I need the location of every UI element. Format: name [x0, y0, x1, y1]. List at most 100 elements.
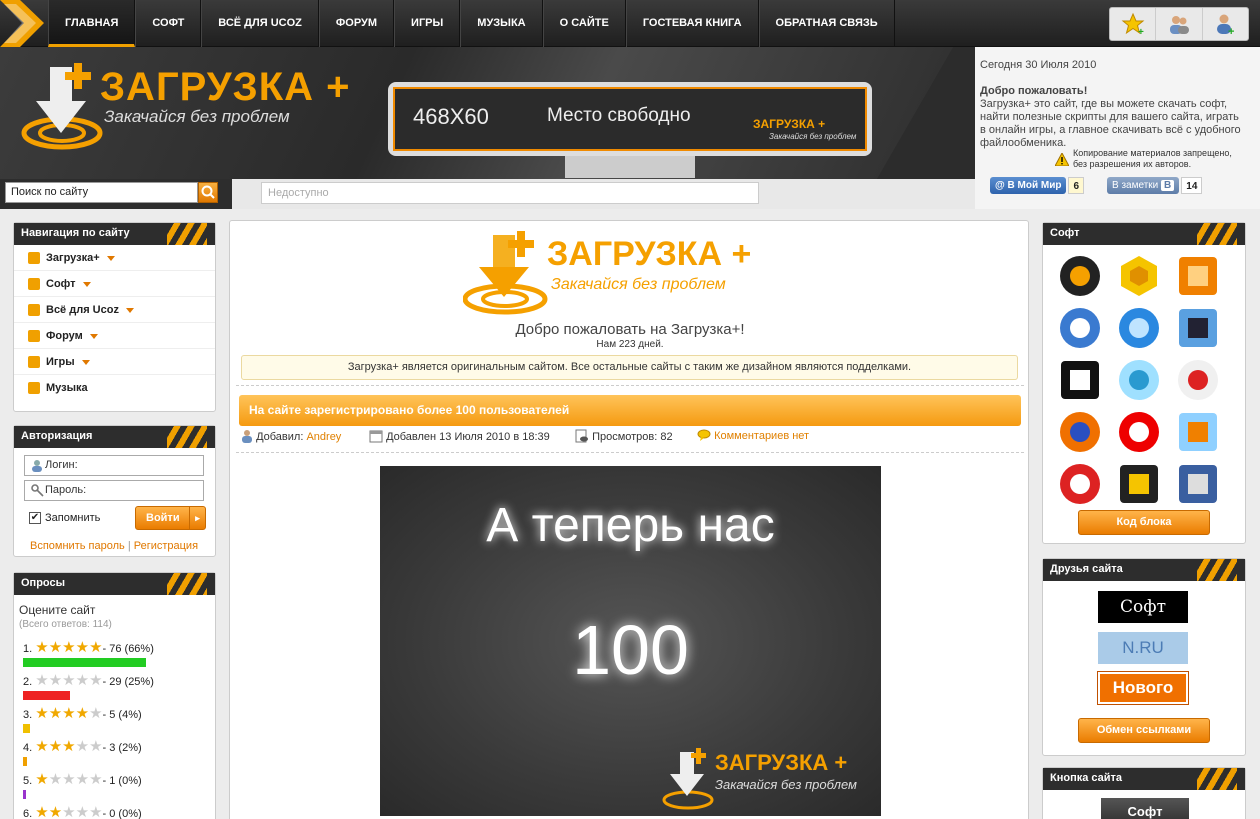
antivirus-icon[interactable] — [1055, 461, 1105, 507]
nav-item-ucoz[interactable]: ВСЁ ДЛЯ UCOZ — [201, 0, 319, 47]
search-button[interactable] — [198, 182, 218, 203]
friend-link-3[interactable]: Нового — [1097, 671, 1189, 705]
friends-title: Друзья сайта — [1043, 559, 1245, 581]
nav-item-about[interactable]: О САЙТЕ — [542, 0, 626, 47]
remember-label: Запомнить — [45, 512, 101, 524]
star-rating-icon: ★★★★★ — [35, 672, 103, 689]
main-nav: ГЛАВНАЯ СОФТ ВСЁ ДЛЯ UCOZ ФОРУМ ИГРЫ МУЗ… — [48, 0, 895, 47]
sidebar-item-ucoz[interactable]: Всё для Ucoz — [14, 297, 215, 323]
link-exchange-button[interactable]: Обмен ссылками — [1078, 718, 1210, 743]
chevron-down-icon — [81, 359, 90, 365]
arrow-right-icon: ▸ — [189, 507, 205, 529]
logo-arrow-icon — [0, 0, 44, 47]
star-rating-icon: ★★★★★ — [35, 804, 103, 819]
moimir-count: 6 — [1068, 177, 1085, 194]
aimp-icon[interactable] — [1055, 253, 1105, 299]
poll-answer-count: - 5 (4%) — [102, 709, 142, 721]
friend-link-1[interactable]: Софт — [1098, 591, 1188, 623]
opera-icon[interactable] — [1114, 409, 1164, 455]
chevron-down-icon — [125, 307, 134, 313]
nav-item-home[interactable]: ГЛАВНАЯ — [48, 0, 136, 47]
soft-block: Софт Код блока — [1042, 222, 1246, 544]
nav-item-music[interactable]: МУЗЫКА — [460, 0, 543, 47]
login-button[interactable]: Войти ▸ — [135, 506, 206, 530]
download-master-icon[interactable] — [1173, 253, 1223, 299]
sidebar-item-soft[interactable]: Софт — [14, 271, 215, 297]
vk-button[interactable]: В заметки B — [1107, 177, 1180, 194]
svg-text:+: + — [1228, 26, 1234, 36]
site-info: Сегодня 30 Июля 2010 Добро пожаловать! З… — [975, 47, 1260, 209]
nav-item-forum[interactable]: ФОРУМ — [318, 0, 395, 47]
friend-link-2[interactable]: N.RU — [1098, 632, 1188, 664]
sidebar-item-games[interactable]: Игры — [14, 349, 215, 375]
media-player-icon[interactable] — [1173, 409, 1223, 455]
ad-banner[interactable]: 468X60 Место свободно ЗАГРУЗКА + Закачай… — [388, 82, 872, 156]
polls-title: Опросы — [14, 573, 215, 595]
comment-icon — [697, 429, 711, 441]
nav-item-guestbook[interactable]: ГОСТЕВАЯ КНИГА — [625, 0, 759, 47]
firefox-icon[interactable] — [1055, 409, 1105, 455]
qip-icon[interactable] — [1114, 357, 1164, 403]
news-title[interactable]: На сайте зарегистрировано более 100 поль… — [239, 395, 1021, 426]
chevron-down-icon — [106, 255, 115, 261]
key-icon — [31, 484, 44, 497]
poll-answer: 6. ★★★★★- 0 (0%) — [23, 803, 213, 819]
star-rating-icon: ★★★★★ — [35, 705, 103, 722]
remember-option[interactable]: ✔ Запомнить — [29, 512, 100, 524]
original-notice: Загрузка+ является оригинальным сайтом. … — [241, 355, 1018, 380]
poll-result-bar — [23, 691, 70, 700]
nav-item-feedback[interactable]: ОБРАТНАЯ СВЯЗЬ — [758, 0, 895, 47]
main-logo: ЗАГРУЗКА + Закачайся без проблем — [463, 231, 803, 317]
user-icon — [32, 460, 42, 472]
globe-icon[interactable] — [1114, 305, 1164, 351]
forgot-password-link[interactable]: Вспомнить пароль — [30, 540, 125, 552]
soft-grid — [1055, 253, 1235, 507]
sidebar-item-zagruzka[interactable]: Загрузка+ — [14, 245, 215, 271]
vk-share[interactable]: В заметки B 14 — [1107, 177, 1203, 194]
download-logo-icon — [463, 231, 548, 315]
chevron-down-icon — [82, 281, 91, 287]
poll-answer: 4. ★★★★★- 3 (2%) — [23, 737, 213, 755]
pen-icon[interactable] — [1173, 305, 1223, 351]
sidebar-item-forum[interactable]: Форум — [14, 323, 215, 349]
password-field[interactable]: Пароль: — [24, 480, 204, 501]
comments-link[interactable]: Комментариев нет — [714, 430, 809, 442]
users-icon[interactable] — [1156, 8, 1203, 40]
login-field[interactable]: Логин: — [24, 455, 204, 476]
sidebar-item-music[interactable]: Музыка — [14, 375, 215, 401]
codec-pack-icon[interactable] — [1114, 461, 1164, 507]
news-date: Добавлен 13 Июля 2010 в 18:39 — [369, 429, 550, 443]
add-user-icon[interactable]: + — [1203, 8, 1248, 40]
poll-answer-number: 4. — [23, 742, 33, 754]
polls-block: Опросы Оцените сайт (Всего ответов: 114)… — [13, 572, 216, 819]
poll-result-bar — [23, 724, 30, 733]
poll-answer-count: - 76 (66%) — [102, 643, 154, 655]
nav-item-soft[interactable]: СОФТ — [135, 0, 202, 47]
nav-item-games[interactable]: ИГРЫ — [394, 0, 461, 47]
flashget-icon[interactable] — [1055, 305, 1105, 351]
moimir-share[interactable]: @ В Мой Мир 6 — [990, 177, 1085, 194]
news-image: А теперь нас 100 ЗАГРУЗКА + Закачайся бе… — [380, 466, 881, 816]
register-link[interactable]: Регистрация — [134, 540, 198, 552]
site-button-preview[interactable]: Софт — [1101, 798, 1189, 819]
star-rating-icon: ★★★★★ — [35, 738, 103, 755]
favorites-icon[interactable]: + — [1110, 8, 1157, 40]
block-code-button[interactable]: Код блока — [1078, 510, 1210, 535]
banner-stand — [565, 156, 695, 178]
top-bar: ГЛАВНАЯ СОФТ ВСЁ ДЛЯ UCOZ ФОРУМ ИГРЫ МУЗ… — [0, 0, 1260, 47]
bee-icon[interactable] — [1114, 253, 1164, 299]
pie-chart-icon[interactable] — [1173, 357, 1223, 403]
copyright-notice: Копирование материалов запрещено, без ра… — [1073, 148, 1232, 169]
remember-checkbox[interactable]: ✔ — [29, 512, 41, 524]
search-input[interactable]: Поиск по сайту — [5, 182, 198, 203]
poll-answer-number: 1. — [23, 643, 33, 655]
screenshot-icon[interactable] — [1173, 461, 1223, 507]
poll-answer: 1. ★★★★★- 76 (66%) — [23, 638, 213, 656]
author-link[interactable]: Andrey — [306, 431, 341, 443]
poll-result-bar — [23, 790, 26, 799]
warning-icon — [1055, 153, 1069, 166]
site-logo[interactable]: ЗАГРУЗКА + Закачайся без проблем — [20, 61, 360, 161]
7zip-icon[interactable] — [1055, 357, 1105, 403]
main-logo-title: ЗАГРУЗКА + — [547, 235, 752, 273]
moimir-button[interactable]: @ В Мой Мир — [990, 177, 1067, 194]
